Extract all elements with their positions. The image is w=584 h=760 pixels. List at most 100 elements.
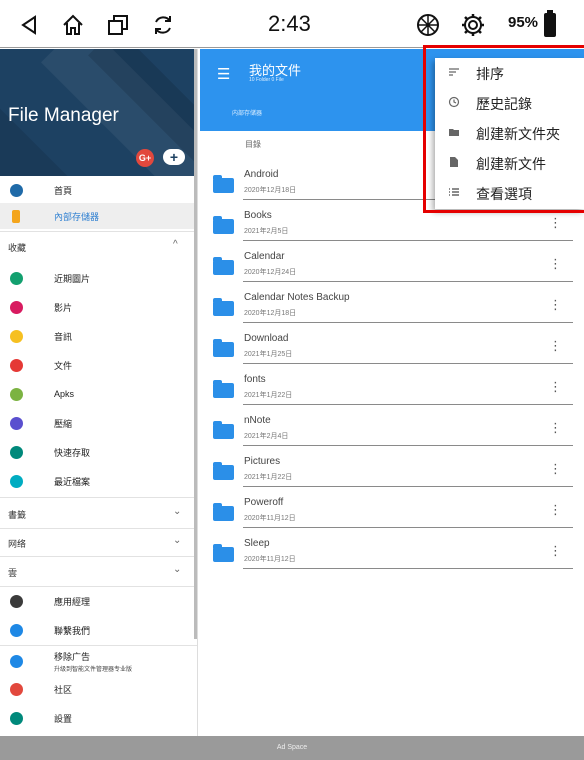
- breadcrumb[interactable]: 内部存储器: [232, 108, 262, 117]
- drawer-item-recent-images[interactable]: 近期圖片: [0, 265, 197, 291]
- file-date: 2020年11月12日: [244, 515, 296, 522]
- drawer-item-settings[interactable]: 設置: [0, 705, 197, 731]
- file-date: 2021年1月25日: [244, 351, 293, 358]
- drawer-item-label: 社区: [54, 684, 73, 695]
- folder-icon: [213, 175, 234, 193]
- file-row[interactable]: Sleep 2020年11月12日 ⋮: [200, 534, 584, 575]
- file-name: Poweroff: [244, 497, 284, 508]
- divider: [0, 497, 197, 498]
- drawer-item-label: 設置: [54, 713, 73, 724]
- home-icon[interactable]: [58, 10, 88, 40]
- file-name: Android: [244, 169, 279, 180]
- drawer-scrollbar[interactable]: [194, 49, 197, 639]
- section-cloud[interactable]: 雲 ⌄: [0, 558, 197, 584]
- divider: [243, 527, 573, 528]
- navigation-drawer: File Manager G+ + 首頁 內部存儲器 收藏 ^ 近期圖片 影片 …: [0, 49, 198, 736]
- drawer-item-label: 首頁: [54, 185, 73, 196]
- drawer-item-apks[interactable]: Apks: [0, 381, 197, 407]
- folder-icon: [213, 257, 234, 275]
- drawer-item-community[interactable]: 社区: [0, 676, 197, 702]
- more-options-icon[interactable]: ⋮: [549, 421, 562, 434]
- section-label: 收藏: [8, 243, 27, 253]
- drawer-item-contact-us[interactable]: 聯繫我們: [0, 617, 197, 643]
- file-row[interactable]: Calendar Notes Backup 2020年12月18日 ⋮: [200, 288, 584, 329]
- crown-icon: [10, 654, 23, 668]
- divider: [243, 363, 573, 364]
- drawer-item-label: 最近檔案: [54, 476, 91, 487]
- settings-icon[interactable]: [458, 10, 488, 40]
- drawer-header: File Manager G+ +: [0, 49, 197, 176]
- divider: [243, 240, 573, 241]
- file-name: Calendar Notes Backup: [244, 292, 350, 303]
- file-row[interactable]: Pictures 2021年1月22日 ⋮: [200, 452, 584, 493]
- file-date: 2021年1月22日: [244, 392, 293, 399]
- divider: [243, 281, 573, 282]
- refresh-icon[interactable]: [148, 10, 178, 40]
- drawer-item-recent-files[interactable]: 最近檔案: [0, 468, 197, 494]
- folder-icon: [213, 298, 234, 316]
- file-name: Pictures: [244, 456, 281, 467]
- section-bookmarks[interactable]: 書籤 ⌄: [0, 500, 197, 526]
- folder-icon: [213, 216, 234, 234]
- document-icon: [10, 358, 23, 372]
- file-row[interactable]: Download 2021年1月25日 ⋮: [200, 329, 584, 370]
- archive-icon: [10, 416, 23, 430]
- divider: [0, 556, 197, 557]
- more-options-icon[interactable]: ⋮: [549, 298, 562, 311]
- drawer-item-audio[interactable]: 音訊: [0, 323, 197, 349]
- drawer-item-archives[interactable]: 壓縮: [0, 410, 197, 436]
- cloud-add-icon[interactable]: +: [163, 149, 185, 165]
- file-name: Download: [244, 333, 289, 344]
- more-options-icon[interactable]: ⋮: [549, 257, 562, 270]
- battery-icon: [544, 10, 556, 37]
- star-icon: [10, 445, 23, 459]
- menu-icon[interactable]: ☰: [217, 65, 230, 83]
- aperture-icon[interactable]: [413, 10, 443, 40]
- app-name: File Manager: [8, 105, 119, 126]
- remove-ads-label: 移除广告: [54, 651, 91, 662]
- folder-icon: [213, 339, 234, 357]
- drawer-item-documents[interactable]: 文件: [0, 352, 197, 378]
- file-row[interactable]: Calendar 2020年12月24日 ⋮: [200, 247, 584, 288]
- divider: [243, 568, 573, 569]
- more-options-icon[interactable]: ⋮: [549, 339, 562, 352]
- back-icon[interactable]: [14, 10, 44, 40]
- contact-icon: [10, 623, 23, 637]
- headphone-icon: [10, 329, 23, 343]
- ad-banner[interactable]: Ad Space: [0, 736, 584, 760]
- divider: [0, 586, 197, 587]
- more-options-icon[interactable]: ⋮: [549, 462, 562, 475]
- drawer-item-internal-storage[interactable]: 內部存儲器: [0, 203, 197, 229]
- folder-icon: [213, 503, 234, 521]
- status-bar: 2:43 95%: [0, 0, 584, 48]
- drawer-item-label: 壓縮: [54, 418, 73, 429]
- file-row[interactable]: Poweroff 2020年11月12日 ⋮: [200, 493, 584, 534]
- phone-icon: [12, 209, 20, 223]
- more-options-icon[interactable]: ⋮: [549, 380, 562, 393]
- history-icon: [10, 474, 23, 488]
- section-network[interactable]: 网络 ⌄: [0, 529, 197, 555]
- drawer-item-quick-access[interactable]: 快速存取: [0, 439, 197, 465]
- more-options-icon[interactable]: ⋮: [549, 216, 562, 229]
- recent-apps-icon[interactable]: [103, 10, 133, 40]
- drawer-item-videos[interactable]: 影片: [0, 294, 197, 320]
- drawer-item-home[interactable]: 首頁: [0, 177, 197, 203]
- file-date: 2021年2月4日: [244, 433, 289, 440]
- folder-icon: [213, 544, 234, 562]
- file-row[interactable]: fonts 2021年1月22日 ⋮: [200, 370, 584, 411]
- drawer-item-label: 內部存儲器: [54, 211, 100, 222]
- more-options-icon[interactable]: ⋮: [549, 544, 562, 557]
- drawer-item-remove-ads[interactable]: 移除广告 升级到智能文件管理器专业版: [0, 646, 197, 676]
- more-options-icon[interactable]: ⋮: [549, 503, 562, 516]
- drawer-item-app-manager[interactable]: 應用經理: [0, 588, 197, 614]
- file-name: Books: [244, 210, 272, 221]
- file-date: 2020年12月18日: [244, 310, 297, 317]
- drawer-item-label: Apks: [54, 389, 75, 399]
- folder-count: 10 Folder 0 File: [249, 77, 284, 83]
- chevron-down-icon: ⌄: [173, 506, 182, 517]
- drawer-item-label: 影片: [54, 302, 73, 313]
- file-date: 2020年12月24日: [244, 269, 297, 276]
- google-plus-icon[interactable]: G+: [136, 149, 154, 167]
- file-row[interactable]: nNote 2021年2月4日 ⋮: [200, 411, 584, 452]
- section-favorites[interactable]: 收藏 ^: [0, 233, 197, 259]
